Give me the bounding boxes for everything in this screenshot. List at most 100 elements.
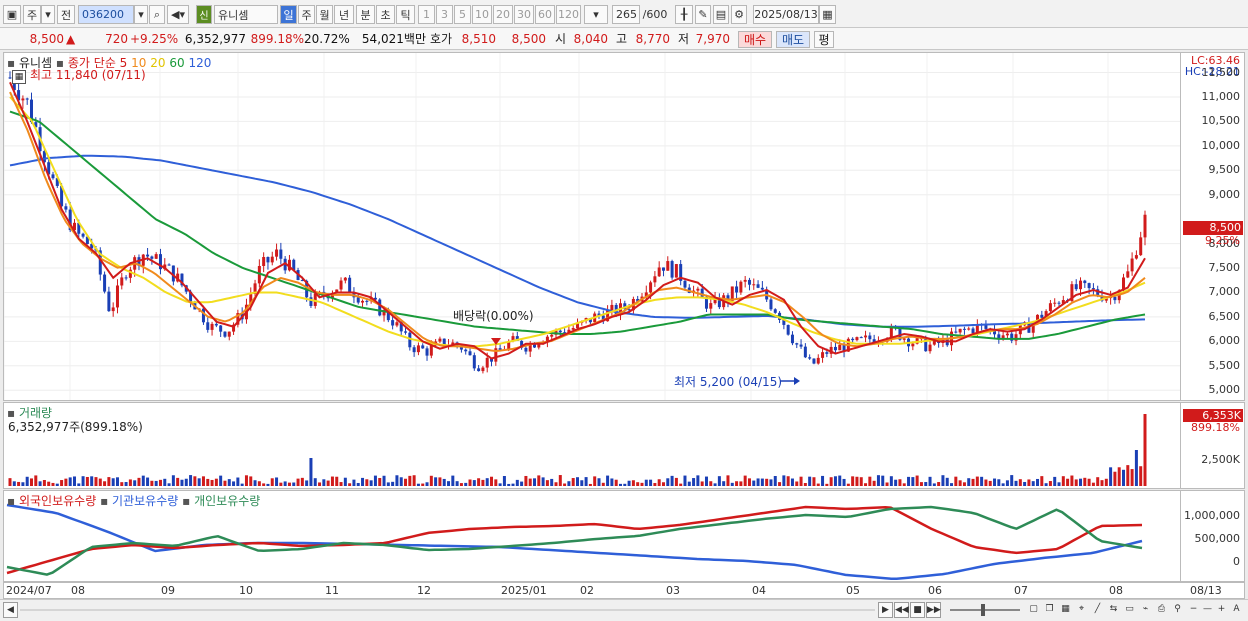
volume-bar: [459, 483, 463, 486]
volume-bar: [911, 477, 915, 486]
interval-1[interactable]: 1: [418, 5, 435, 24]
scroll-left-icon[interactable]: ◀: [3, 602, 18, 618]
scroll-track[interactable]: [20, 609, 875, 611]
volume-bar: [12, 481, 16, 486]
zoom-slider[interactable]: [950, 609, 1020, 611]
count-input[interactable]: 265: [612, 5, 640, 24]
interval-120[interactable]: 120: [556, 5, 581, 24]
buy-button[interactable]: 매수: [738, 31, 772, 48]
volume-bar: [356, 482, 360, 486]
price-panel[interactable]: ▪ 유니셈 ▪ 종가 단순 5 10 20 60 120 최고 11,840 (…: [3, 52, 1181, 401]
interval-30[interactable]: 30: [514, 5, 534, 24]
volume-panel[interactable]: ▪ 거래량 6,352,977주(899.18%): [3, 402, 1181, 489]
window-menu-icon[interactable]: ▣: [3, 5, 21, 24]
tools-icon[interactable]: ✎: [695, 5, 711, 24]
period-main[interactable]: 주: [23, 5, 41, 24]
candle-type-icon[interactable]: ╂: [675, 5, 693, 24]
volume-bar: [937, 482, 941, 486]
interval-custom[interactable]: ▾: [584, 5, 608, 24]
grid-toggle-icon[interactable]: ▦: [12, 70, 26, 84]
candle-body: [1053, 302, 1057, 304]
volume-bar: [1057, 482, 1061, 486]
date-input[interactable]: 2025/08/13: [753, 5, 819, 24]
layout-icon[interactable]: ▢: [1026, 602, 1041, 618]
volume-bar: [558, 475, 562, 486]
candle-body: [1001, 335, 1005, 339]
price-tick-label: 6,500: [1208, 309, 1241, 323]
period-second[interactable]: 초: [376, 5, 395, 24]
print-icon[interactable]: ⎙: [1154, 602, 1169, 618]
evaluate-button[interactable]: 평: [814, 31, 834, 48]
volume-bar: [1109, 467, 1113, 486]
candle-body: [21, 98, 25, 101]
period-dropdown-icon[interactable]: ▾: [41, 5, 55, 24]
period-tick[interactable]: 틱: [396, 5, 415, 24]
font-icon[interactable]: A: [1229, 602, 1244, 618]
volume-bar: [1044, 483, 1048, 486]
period-minute[interactable]: 분: [356, 5, 375, 24]
volume-pct-tag: 899.18%: [1191, 421, 1240, 434]
grid-icon[interactable]: ▦: [1058, 602, 1073, 618]
date-label: 10: [239, 584, 253, 597]
volume-bar: [524, 475, 528, 486]
search-icon[interactable]: ⌕: [149, 5, 165, 24]
search-chart-icon[interactable]: ⚲: [1170, 602, 1185, 618]
window-icon[interactable]: ▭: [1122, 602, 1137, 618]
candle-body: [739, 281, 743, 293]
candle-body: [859, 337, 863, 339]
volume-bar: [404, 478, 408, 486]
interval-3[interactable]: 3: [436, 5, 453, 24]
holding-panel[interactable]: ▪ 외국인보유수량 ▪ 기관보유수량 ▪ 개인보유수량: [3, 490, 1181, 582]
line-tool-icon[interactable]: ╱: [1090, 602, 1105, 618]
period-day[interactable]: 일: [280, 5, 297, 24]
stock-code-input[interactable]: 036200: [78, 5, 134, 24]
dash-icon[interactable]: —: [1200, 602, 1215, 618]
volume-bar: [722, 481, 726, 486]
copy-icon[interactable]: ❐: [1042, 602, 1057, 618]
low-arrowhead-icon: [794, 377, 800, 385]
zoom-out-icon[interactable]: −: [1186, 602, 1201, 618]
calendar-icon[interactable]: ▦: [819, 5, 836, 24]
candle-body: [477, 368, 481, 372]
indicator-icon[interactable]: ⌁: [1138, 602, 1153, 618]
rewind-icon[interactable]: ◀◀: [894, 602, 909, 618]
legend-ma20: 20: [150, 56, 166, 70]
speaker-icon[interactable]: ◀▾: [167, 5, 189, 24]
volume-bar: [894, 479, 898, 486]
compare-icon[interactable]: ⇆: [1106, 602, 1121, 618]
date-label: 06: [928, 584, 942, 597]
period-year[interactable]: 년: [334, 5, 354, 24]
candle-body: [790, 334, 794, 344]
crosshair-icon[interactable]: ⌖: [1074, 602, 1089, 618]
price-tick-label: 11,500: [1201, 65, 1241, 79]
period-month[interactable]: 월: [316, 5, 333, 24]
volume-bar: [335, 476, 339, 486]
volume-bar: [808, 476, 812, 486]
stop-icon[interactable]: ■: [910, 602, 925, 618]
period-week[interactable]: 주: [298, 5, 315, 24]
sell-button[interactable]: 매도: [776, 31, 810, 48]
volume-bar: [352, 479, 356, 486]
legend-bullet: ▪: [182, 494, 191, 508]
zoom-slider-thumb[interactable]: [981, 604, 985, 616]
volume-bar: [1048, 481, 1052, 486]
zoom-in-icon[interactable]: +: [1214, 602, 1229, 618]
candle-body: [816, 357, 820, 364]
candle-body: [747, 279, 751, 285]
candle-body: [683, 280, 687, 288]
save-icon[interactable]: ▤: [713, 5, 729, 24]
forward-icon[interactable]: ▶▶: [926, 602, 941, 618]
interval-20[interactable]: 20: [493, 5, 513, 24]
scroll-right-icon[interactable]: ▶: [878, 602, 893, 618]
candle-body: [120, 277, 124, 286]
volume-bar: [864, 483, 868, 486]
count-max: /600: [642, 8, 668, 21]
interval-10[interactable]: 10: [472, 5, 492, 24]
interval-60[interactable]: 60: [535, 5, 555, 24]
date-label: 12: [417, 584, 431, 597]
settings-icon[interactable]: ⚙: [731, 5, 747, 24]
interval-5[interactable]: 5: [454, 5, 471, 24]
volume-bar: [25, 476, 29, 486]
prev-button[interactable]: 전: [57, 5, 75, 24]
code-dropdown-icon[interactable]: ▾: [134, 5, 148, 24]
